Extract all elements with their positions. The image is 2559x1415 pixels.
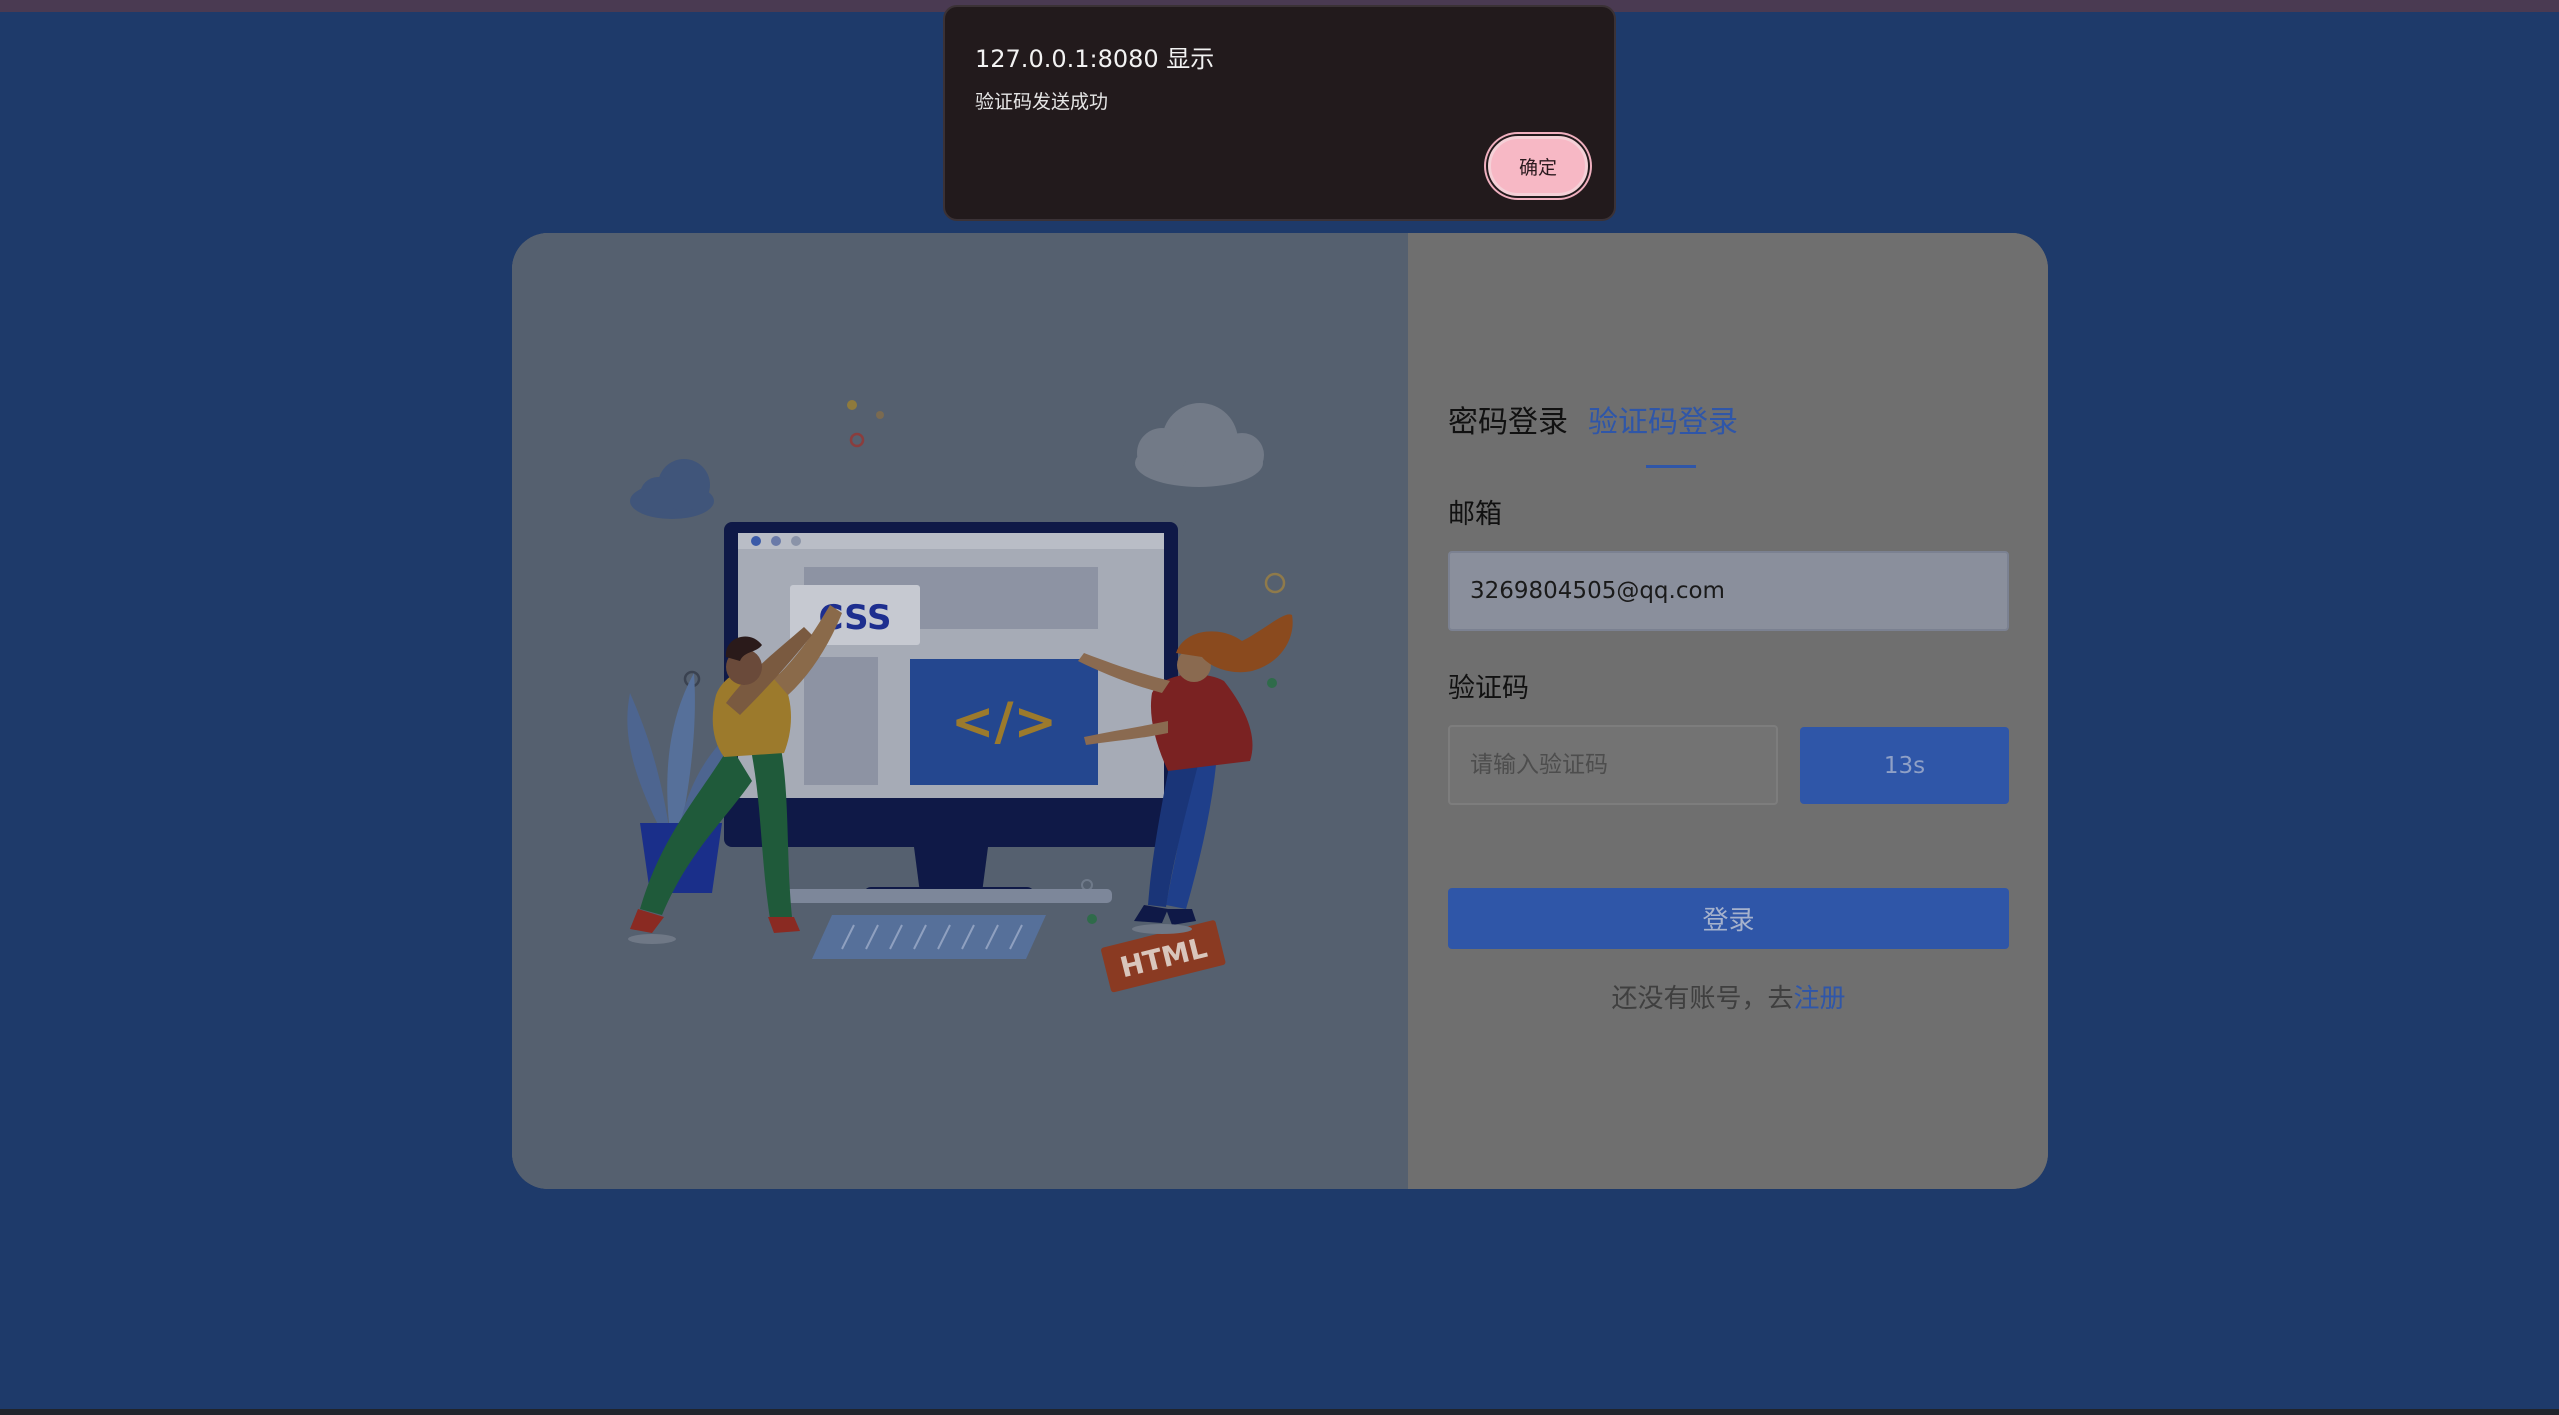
login-form-panel: 密码登录 验证码登录 邮箱 验证码 13s 登录 还没有账号，去注册: [1408, 233, 2048, 1189]
tab-password-login[interactable]: 密码登录: [1448, 403, 1568, 443]
register-link[interactable]: 注册: [1794, 984, 1846, 1014]
verification-code-input[interactable]: [1448, 725, 1778, 805]
login-card: CSS </> HTML 密码登录 验证码登录 邮箱 3269804505@qq…: [512, 233, 2048, 1189]
send-code-countdown-button[interactable]: 13s: [1800, 727, 2009, 804]
register-prompt-text: 还没有账号，去: [1611, 984, 1794, 1014]
web-developers-illustration: CSS </> HTML: [627, 400, 1293, 993]
cloud-left-icon: [630, 459, 714, 519]
alert-dialog: 127.0.0.1:8080 显示 验证码发送成功 确定: [943, 5, 1616, 221]
login-button[interactable]: 登录: [1448, 888, 2009, 949]
window-bottom-strip: [0, 1409, 2559, 1415]
code-label: 验证码: [1448, 673, 1529, 704]
dialog-ok-button[interactable]: 确定: [1488, 136, 1588, 196]
dialog-title: 127.0.0.1:8080 显示: [975, 45, 1215, 73]
illustration-panel: CSS </> HTML: [512, 233, 1408, 1189]
email-label: 邮箱: [1448, 499, 1502, 530]
keyboard-icon: [782, 889, 1112, 959]
email-input[interactable]: [1448, 551, 2009, 631]
cloud-right-icon: [1135, 403, 1264, 487]
register-prompt: 还没有账号，去注册: [1448, 981, 2009, 1017]
dialog-message: 验证码发送成功: [975, 91, 1109, 113]
code-tag-icon: </>: [951, 692, 1057, 752]
active-tab-indicator: [1646, 465, 1696, 468]
tab-code-login[interactable]: 验证码登录: [1588, 403, 1738, 443]
